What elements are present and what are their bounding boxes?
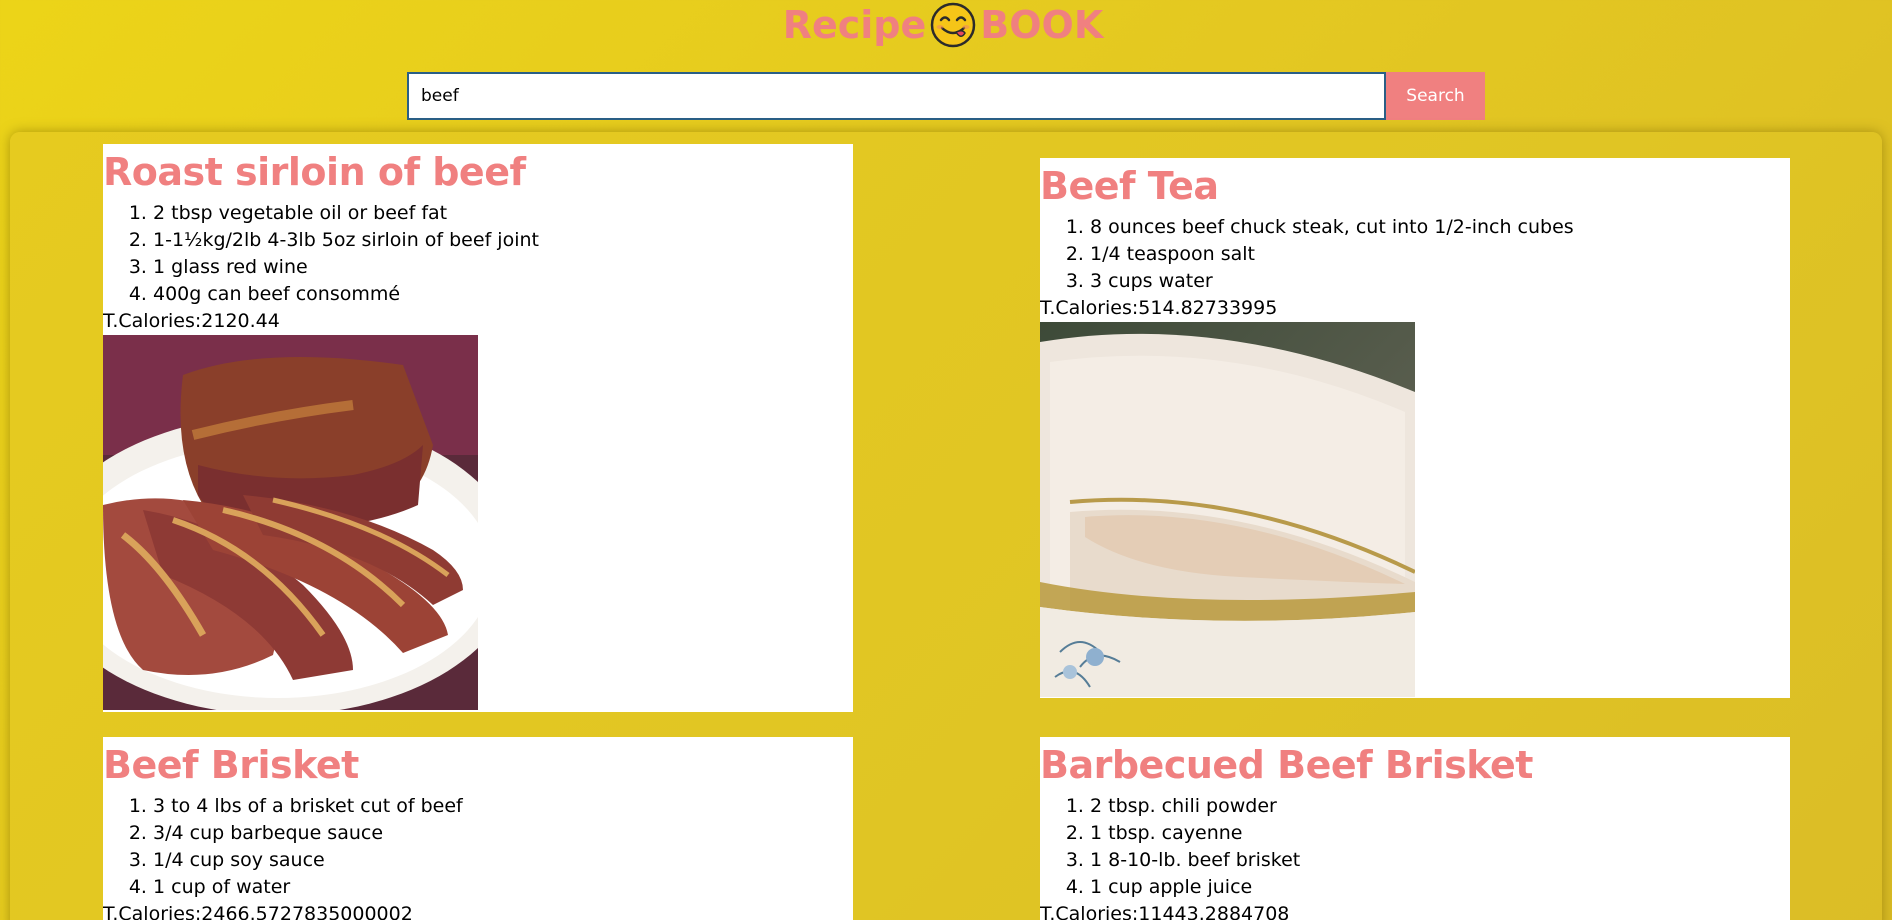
beef-tea-cup-photo: [1040, 322, 1415, 697]
search-button[interactable]: Search: [1386, 72, 1485, 120]
ingredient-item: 1 cup of water: [153, 874, 853, 901]
ingredient-list: 8 ounces beef chuck steak, cut into 1/2-…: [1040, 214, 1790, 295]
ingredient-item: 8 ounces beef chuck steak, cut into 1/2-…: [1090, 214, 1790, 241]
recipe-card: Beef Tea 8 ounces beef chuck steak, cut …: [1040, 158, 1790, 698]
ingredient-item: 2 tbsp vegetable oil or beef fat: [153, 200, 853, 227]
total-calories: T.Calories:11443.2884708: [1040, 903, 1290, 920]
recipe-title: Barbecued Beef Brisket: [1040, 743, 1533, 787]
ingredient-list: 2 tbsp. chili powder 1 tbsp. cayenne 1 8…: [1040, 793, 1790, 901]
app-title-part1: Recipe: [782, 3, 927, 47]
app-title: Recipe BOOK: [782, 2, 1104, 48]
ingredient-item: 1 cup apple juice: [1090, 874, 1790, 901]
total-calories: T.Calories:514.82733995: [1040, 297, 1278, 319]
recipe-title: Beef Tea: [1040, 164, 1219, 208]
ingredient-item: 2 tbsp. chili powder: [1090, 793, 1790, 820]
ingredient-item: 1/4 teaspoon salt: [1090, 241, 1790, 268]
ingredient-item: 400g can beef consommé: [153, 281, 853, 308]
search-form: Search: [407, 72, 1485, 120]
recipe-card: Beef Brisket 3 to 4 lbs of a brisket cut…: [103, 737, 853, 920]
ingredient-list: 3 to 4 lbs of a brisket cut of beef 3/4 …: [103, 793, 853, 901]
total-calories: T.Calories:2466.5727835000002: [103, 903, 413, 920]
savoring-face-emoji-icon: [931, 2, 976, 48]
recipe-card: Roast sirloin of beef 2 tbsp vegetable o…: [103, 144, 853, 712]
recipe-card: Barbecued Beef Brisket 2 tbsp. chili pow…: [1040, 737, 1790, 920]
ingredient-item: 1 8-10-lb. beef brisket: [1090, 847, 1790, 874]
roast-beef-photo: [103, 335, 478, 710]
ingredient-item: 3/4 cup barbeque sauce: [153, 820, 853, 847]
ingredient-item: 1/4 cup soy sauce: [153, 847, 853, 874]
recipe-title: Beef Brisket: [103, 743, 359, 787]
recipe-title: Roast sirloin of beef: [103, 150, 526, 194]
ingredient-item: 1 tbsp. cayenne: [1090, 820, 1790, 847]
ingredient-list: 2 tbsp vegetable oil or beef fat 1-1½kg/…: [103, 200, 853, 308]
ingredient-item: 1 glass red wine: [153, 254, 853, 281]
ingredient-item: 1-1½kg/2lb 4-3lb 5oz sirloin of beef joi…: [153, 227, 853, 254]
header: Recipe BOOK: [0, 0, 1892, 52]
search-input[interactable]: [407, 72, 1386, 120]
ingredient-item: 3 cups water: [1090, 268, 1790, 295]
ingredient-item: 3 to 4 lbs of a brisket cut of beef: [153, 793, 853, 820]
app-title-part2: BOOK: [980, 3, 1104, 47]
total-calories: T.Calories:2120.44: [103, 310, 280, 332]
